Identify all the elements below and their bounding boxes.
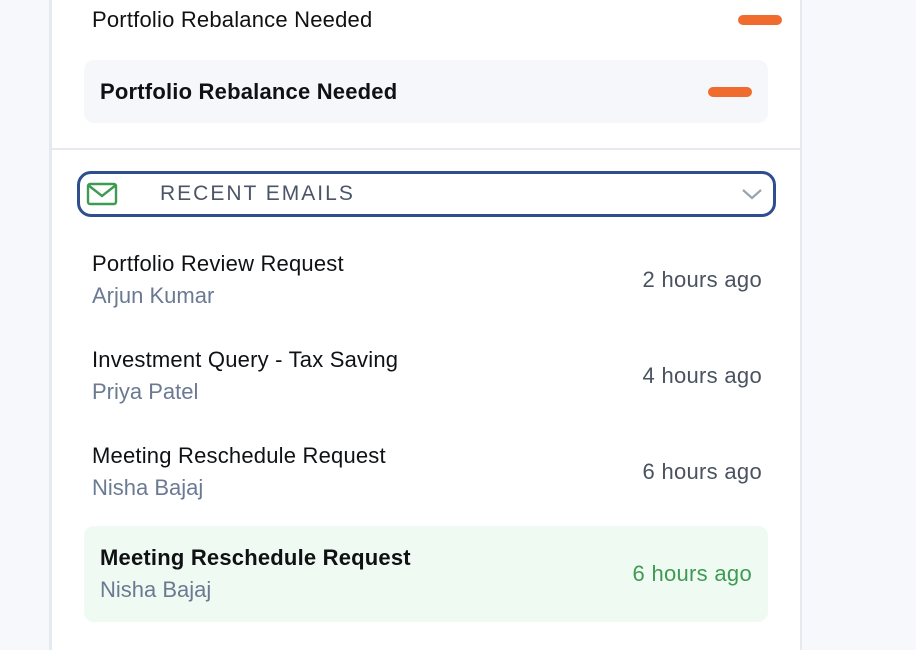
email-time: 4 hours ago (642, 363, 762, 388)
email-texts: Meeting Reschedule Request Nisha Bajaj (92, 443, 386, 501)
email-time: 6 hours ago (632, 561, 752, 586)
alert-priority-badge (738, 15, 782, 25)
email-texts: Investment Query - Tax Saving Priya Pate… (92, 347, 398, 405)
email-time: 6 hours ago (642, 459, 762, 484)
email-item[interactable]: Portfolio Review Request Arjun Kumar 2 h… (92, 240, 762, 320)
email-item[interactable]: Meeting Reschedule Request Nisha Bajaj 6… (92, 432, 762, 512)
email-sender: Arjun Kumar (92, 283, 215, 308)
notifications-panel: Portfolio Rebalance Needed Portfolio Reb… (49, 0, 802, 650)
email-sender: Priya Patel (92, 379, 199, 404)
email-sender: Nisha Bajaj (92, 475, 204, 500)
recent-emails-header[interactable]: RECENT EMAILS (77, 171, 776, 217)
alert-item[interactable]: Portfolio Rebalance Needed (92, 0, 782, 40)
email-texts: Portfolio Review Request Arjun Kumar (92, 251, 344, 309)
left-gutter (0, 0, 48, 638)
email-texts: Meeting Reschedule Request Nisha Bajaj (100, 545, 411, 603)
email-time: 2 hours ago (642, 267, 762, 292)
email-item[interactable]: Investment Query - Tax Saving Priya Pate… (92, 336, 762, 416)
alert-item-highlighted[interactable]: Portfolio Rebalance Needed (84, 60, 768, 123)
chevron-down-icon[interactable] (741, 187, 763, 201)
alert-title: Portfolio Rebalance Needed (100, 78, 398, 104)
email-subject: Meeting Reschedule Request (100, 545, 411, 570)
alert-title: Portfolio Rebalance Needed (92, 7, 373, 32)
section-divider (52, 148, 800, 150)
mail-icon (86, 182, 118, 206)
email-subject: Portfolio Review Request (92, 251, 344, 276)
right-background (804, 0, 916, 638)
email-subject: Investment Query - Tax Saving (92, 347, 399, 372)
alert-priority-badge (708, 86, 752, 97)
email-sender: Nisha Bajaj (100, 577, 212, 602)
email-item-highlighted[interactable]: Meeting Reschedule Request Nisha Bajaj 6… (84, 526, 768, 622)
email-subject: Meeting Reschedule Request (92, 443, 386, 468)
section-title: RECENT EMAILS (160, 182, 355, 205)
